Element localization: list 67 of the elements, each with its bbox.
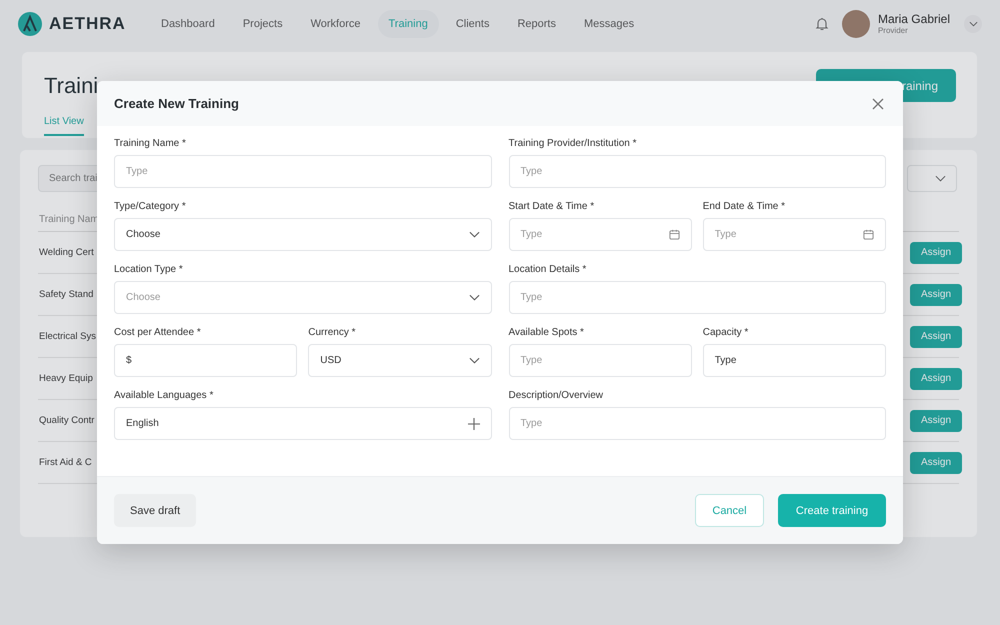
- field-label: Description/Overview: [508, 390, 604, 402]
- nav-item[interactable]: Workforce: [300, 10, 372, 38]
- field-label: Location Type *: [114, 264, 184, 276]
- assign-button[interactable]: Assign: [910, 242, 962, 264]
- calendar-icon: [863, 229, 874, 240]
- brand-name: AETHRA: [49, 14, 126, 34]
- plus-icon[interactable]: [468, 418, 480, 430]
- user-name: Maria Gabriel: [878, 12, 950, 26]
- training-name-cell: Electrical Sys: [39, 331, 96, 342]
- chevron-down-icon: [468, 357, 480, 364]
- assign-button[interactable]: Assign: [910, 284, 962, 306]
- nav-item[interactable]: Messages: [573, 10, 646, 38]
- input-field[interactable]: Type: [114, 155, 492, 188]
- user-role: Provider: [878, 26, 909, 35]
- field-label: Currency *: [308, 327, 356, 339]
- field-label: Capacity *: [702, 327, 750, 339]
- close-button[interactable]: [872, 98, 884, 110]
- cancel-button[interactable]: Cancel: [695, 494, 764, 527]
- page-title: Traini: [44, 72, 98, 98]
- training-name-cell: Quality Contr: [39, 415, 94, 426]
- date-field[interactable]: Type: [702, 218, 886, 251]
- field-label: Available Spots *: [508, 327, 585, 339]
- nav-item[interactable]: Training: [378, 10, 439, 38]
- save-draft-button[interactable]: Save draft: [114, 494, 196, 527]
- dialog-title: Create New Training: [114, 96, 239, 111]
- nav-item[interactable]: Reports: [506, 10, 567, 38]
- logo-icon: [18, 12, 42, 36]
- chevron-down-icon: [935, 175, 946, 182]
- input-field[interactable]: Type: [508, 344, 692, 377]
- field-label: Training Provider/Institution *: [508, 138, 638, 150]
- training-name-cell: Safety Stand: [39, 289, 94, 300]
- input-field[interactable]: Type: [508, 407, 886, 440]
- field-label: Training Name *: [114, 138, 187, 150]
- nav-item[interactable]: Clients: [444, 10, 500, 38]
- input-field[interactable]: $: [114, 344, 298, 377]
- field-label: Cost per Attendee *: [114, 327, 202, 339]
- calendar-icon: [668, 229, 680, 240]
- dropdown-field[interactable]: USD: [308, 344, 492, 377]
- dropdown-field[interactable]: Choose: [114, 281, 492, 314]
- training-name-cell: First Aid & C: [39, 457, 92, 468]
- assign-button[interactable]: Assign: [910, 410, 962, 432]
- field-label: Type/Category *: [114, 201, 187, 213]
- dropdown-field[interactable]: Choose: [114, 218, 492, 251]
- assign-button[interactable]: Assign: [910, 368, 962, 390]
- account-menu-button[interactable]: [964, 14, 982, 32]
- create-training-submit-button[interactable]: Create training: [778, 494, 886, 527]
- bell-icon[interactable]: [814, 16, 830, 32]
- view-tab[interactable]: List View: [44, 116, 84, 136]
- input-field[interactable]: English: [114, 407, 492, 440]
- training-name-cell: Welding Cert: [39, 247, 94, 258]
- assign-button[interactable]: Assign: [910, 452, 962, 474]
- avatar[interactable]: [842, 10, 870, 38]
- input-field[interactable]: Type: [508, 281, 886, 314]
- chevron-down-icon: [468, 231, 480, 238]
- field-label: End Date & Time *: [702, 201, 786, 213]
- nav-item[interactable]: Dashboard: [150, 10, 226, 38]
- input-field[interactable]: Type: [508, 155, 886, 188]
- nav-item[interactable]: Projects: [232, 10, 294, 38]
- training-name-cell: Heavy Equip: [39, 373, 93, 384]
- field-label: Available Languages *: [114, 390, 214, 402]
- date-field[interactable]: Type: [508, 218, 692, 251]
- chevron-down-icon: [968, 20, 978, 26]
- input-field[interactable]: Type: [702, 344, 886, 377]
- assign-button[interactable]: Assign: [910, 326, 962, 348]
- chevron-down-icon: [468, 294, 480, 301]
- field-label: Start Date & Time *: [508, 201, 596, 213]
- field-label: Location Details *: [508, 264, 588, 276]
